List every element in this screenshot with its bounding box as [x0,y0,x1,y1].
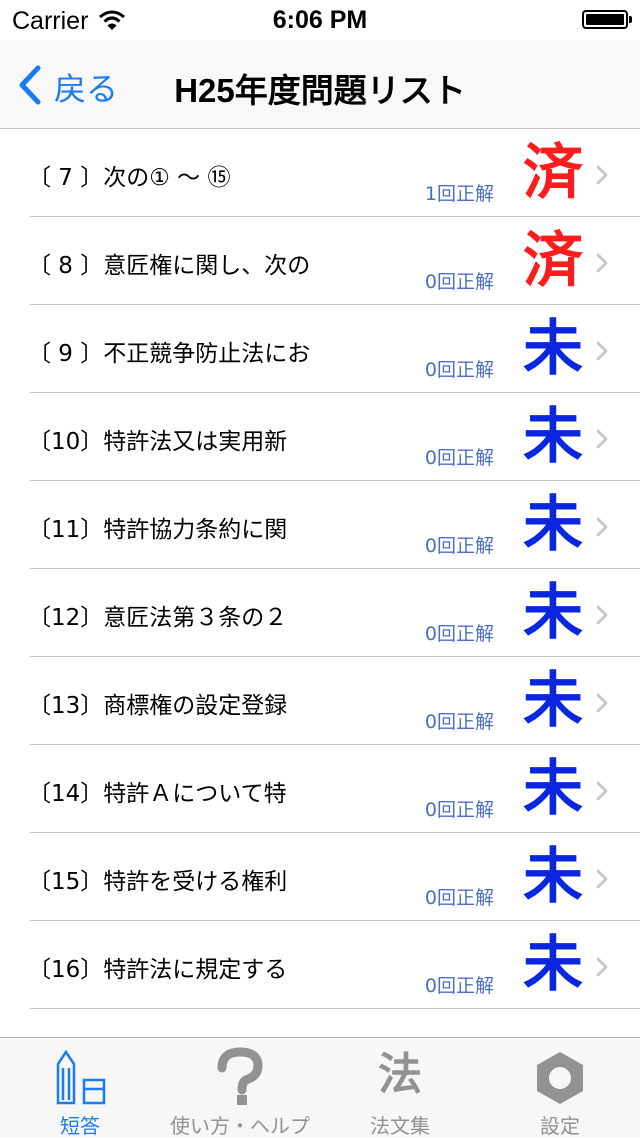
correct-count: 0回正解 [424,271,494,293]
row-divider [30,1008,640,1009]
correct-count: 0回正解 [424,799,494,821]
list-item[interactable]: 〔15〕特許を受ける権利 0回正解 未 [0,833,640,921]
question-title: 〔13〕商標権の設定登録 [28,693,288,719]
correct-count: 0回正解 [424,711,494,733]
list-item[interactable]: 〔 9 〕不正競争防止法にお 0回正解 未 [0,305,640,393]
correct-count: 0回正解 [424,447,494,469]
battery-icon [582,10,632,29]
tab-label: 法文集 [370,1114,430,1138]
list-item[interactable]: 〔16〕特許法に規定する 0回正解 未 [0,921,640,1009]
navigation-bar: 戻る H25年度問題リスト [0,40,640,129]
chevron-right-icon [596,781,608,801]
chevron-right-icon [596,605,608,625]
tab-short-answer[interactable]: 短答 [0,1038,160,1138]
correct-count: 0回正解 [424,975,494,997]
chevron-right-icon [596,341,608,361]
list-item[interactable]: 〔11〕特許協力条約に関 0回正解 未 [0,481,640,569]
tab-label: 短答 [60,1114,100,1138]
correct-count: 0回正解 [424,623,494,645]
building-icon [56,1049,106,1105]
list-item[interactable]: 〔 8 〕意匠権に関し、次の 0回正解 済 [0,217,640,305]
question-title: 〔16〕特許法に規定する [28,957,288,983]
status-badge: 未 [523,578,583,648]
question-title: 〔14〕特許Ａについて特 [28,781,287,807]
status-badge: 未 [523,842,583,912]
status-badge: 未 [523,314,583,384]
question-title: 〔 9 〕不正競争防止法にお [28,341,311,367]
question-list[interactable]: 〔 7 〕次の① 〜 ⑮ 1回正解済〔 8 〕意匠権に関し、次の 0回正解済〔 9 … [0,129,640,1037]
question-mark-icon [217,1047,263,1105]
list-item[interactable]: 〔10〕特許法又は実用新 0回正解 未 [0,393,640,481]
status-badge: 未 [523,490,583,560]
status-time: 6:06 PM [272,6,368,34]
page-title: H25年度問題リスト [174,72,466,109]
tab-bar: 短答 使い方・ヘルプ 法 法文集 設定 [0,1037,640,1138]
list-item[interactable]: 〔 7 〕次の① 〜 ⑮ 1回正解 済 [0,129,640,217]
chevron-right-icon [596,429,608,449]
correct-count: 1回正解 [424,183,494,205]
question-title: 〔 8 〕意匠権に関し、次の [28,253,311,279]
list-item[interactable]: 〔14〕特許Ａについて特 0回正解 未 [0,745,640,833]
list-item[interactable]: 〔12〕意匠法第３条の２ 0回正解 未 [0,569,640,657]
tab-label: 使い方・ヘルプ [170,1114,310,1138]
chevron-right-icon [596,253,608,273]
status-badge: 済 [523,226,583,296]
status-bar: Carrier 6:06 PM [0,0,640,40]
question-title: 〔 7 〕次の① 〜 ⑮ [28,165,231,191]
correct-count: 0回正解 [424,359,494,381]
question-title: 〔12〕意匠法第３条の２ [28,605,288,631]
question-title: 〔15〕特許を受ける権利 [28,869,288,895]
hex-nut-icon [537,1052,583,1104]
status-badge: 済 [523,138,583,208]
chevron-right-icon [596,165,608,185]
status-badge: 未 [523,930,583,1000]
question-title: 〔10〕特許法又は実用新 [28,429,288,455]
status-badge: 未 [523,754,583,824]
chevron-right-icon [596,957,608,977]
tab-label: 設定 [540,1114,580,1138]
chevron-right-icon [596,869,608,889]
tab-settings[interactable]: 設定 [480,1038,640,1138]
correct-count: 0回正解 [424,887,494,909]
chevron-right-icon [596,517,608,537]
chevron-right-icon [596,693,608,713]
correct-count: 0回正解 [424,535,494,557]
status-badge: 未 [523,666,583,736]
question-title: 〔11〕特許協力条約に関 [28,517,288,543]
status-badge: 未 [523,402,583,472]
tab-law-collection[interactable]: 法 法文集 [320,1038,480,1138]
tab-help[interactable]: 使い方・ヘルプ [160,1038,320,1138]
law-character-icon: 法 [378,1049,422,1100]
list-item[interactable]: 〔13〕商標権の設定登録 0回正解 未 [0,657,640,745]
